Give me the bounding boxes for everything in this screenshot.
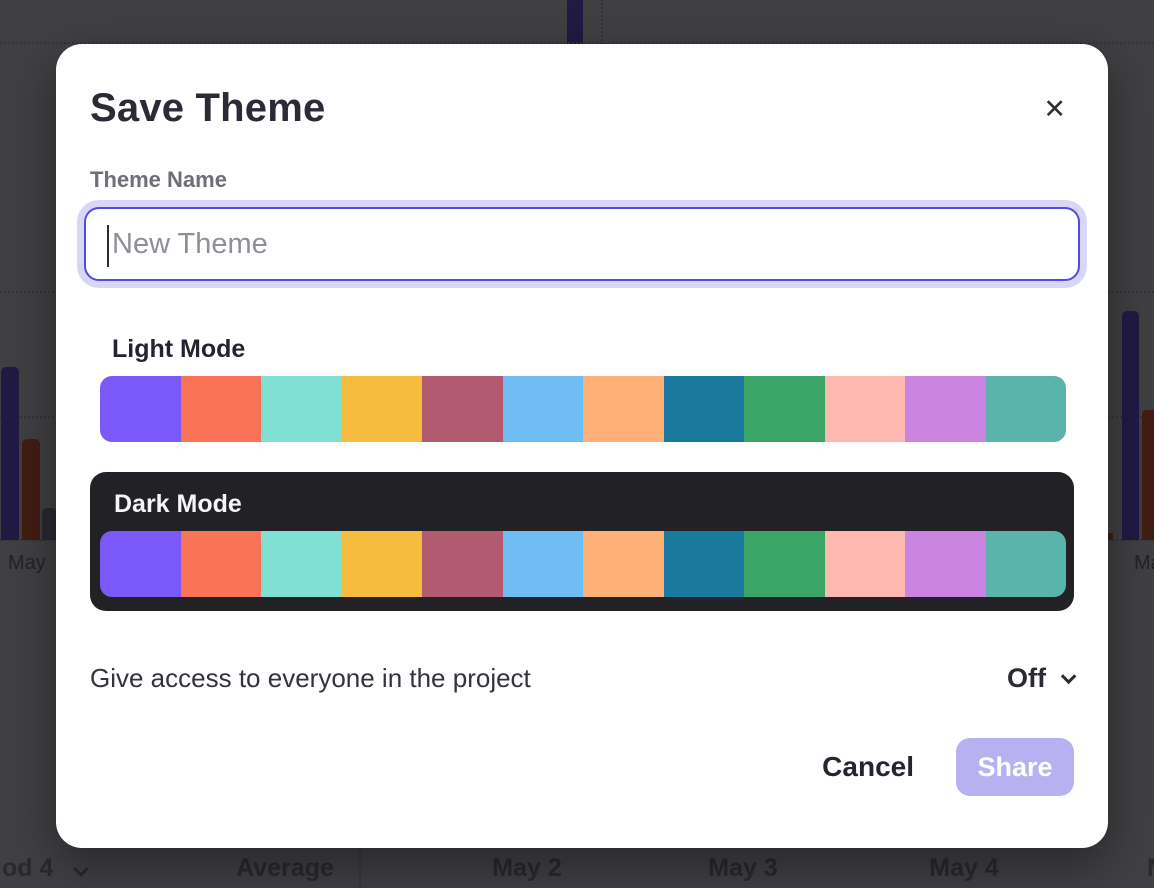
- color-swatch: [744, 376, 825, 442]
- color-swatch: [825, 531, 906, 597]
- x-axis-label: Ma: [1134, 552, 1154, 575]
- save-theme-dialog: Save Theme ✕ Theme Name Light Mode Dark …: [56, 44, 1108, 848]
- light-mode-palette: [100, 376, 1066, 442]
- color-swatch: [100, 531, 181, 597]
- chart-gridline: [601, 0, 603, 44]
- color-swatch: [664, 531, 745, 597]
- cancel-button[interactable]: Cancel: [822, 751, 914, 783]
- chart-bar: [22, 439, 40, 540]
- theme-name-field-wrap: [84, 207, 1080, 281]
- period-dropdown-label: od 4: [2, 854, 53, 882]
- color-swatch: [986, 376, 1067, 442]
- access-dropdown[interactable]: Off: [1005, 661, 1074, 696]
- chart-gridline: [359, 846, 361, 888]
- color-swatch: [905, 376, 986, 442]
- x-axis-label: May 2: [492, 854, 561, 883]
- light-mode-label: Light Mode: [112, 335, 1066, 364]
- color-swatch: [261, 531, 342, 597]
- color-swatch: [503, 376, 584, 442]
- x-axis-label: Average: [236, 854, 334, 883]
- dark-mode-palette: [100, 531, 1066, 597]
- color-swatch: [422, 376, 503, 442]
- chevron-down-icon: [1061, 669, 1077, 685]
- color-swatch: [503, 531, 584, 597]
- color-swatch: [342, 531, 423, 597]
- x-axis-label: May: [8, 552, 46, 575]
- dialog-footer: Cancel Share: [90, 738, 1074, 796]
- x-axis-label: May 3: [708, 854, 777, 883]
- color-swatch: [100, 376, 181, 442]
- color-swatch: [583, 376, 664, 442]
- color-swatch: [986, 531, 1067, 597]
- color-swatch: [583, 531, 664, 597]
- dark-mode-section: Dark Mode: [90, 472, 1074, 611]
- access-row: Give access to everyone in the project O…: [90, 661, 1074, 696]
- color-swatch: [342, 376, 423, 442]
- dark-mode-label: Dark Mode: [114, 490, 1066, 519]
- color-swatch: [825, 376, 906, 442]
- color-swatch: [181, 376, 262, 442]
- color-swatch: [664, 376, 745, 442]
- chart-bar: [42, 508, 57, 540]
- chart-bar: [1142, 410, 1154, 540]
- chart-bar: [1, 367, 19, 540]
- access-label: Give access to everyone in the project: [90, 663, 531, 694]
- color-swatch: [422, 531, 503, 597]
- light-mode-section: Light Mode: [100, 335, 1066, 442]
- chart-bar: [1122, 311, 1139, 540]
- x-axis-label-clipped: M: [1147, 854, 1154, 883]
- period-dropdown[interactable]: od 4: [2, 854, 85, 883]
- theme-name-input[interactable]: [86, 209, 1078, 279]
- text-caret: [107, 225, 109, 267]
- chevron-down-icon: [73, 861, 89, 877]
- theme-name-label: Theme Name: [90, 167, 1074, 193]
- close-icon[interactable]: ✕: [1037, 90, 1072, 129]
- color-swatch: [744, 531, 825, 597]
- chart-bar: [567, 0, 583, 44]
- color-swatch: [905, 531, 986, 597]
- color-swatch: [261, 376, 342, 442]
- dialog-title: Save Theme: [90, 86, 325, 131]
- access-dropdown-value: Off: [1007, 663, 1046, 694]
- share-button[interactable]: Share: [956, 738, 1074, 796]
- color-swatch: [181, 531, 262, 597]
- x-axis-label: May 4: [929, 854, 998, 883]
